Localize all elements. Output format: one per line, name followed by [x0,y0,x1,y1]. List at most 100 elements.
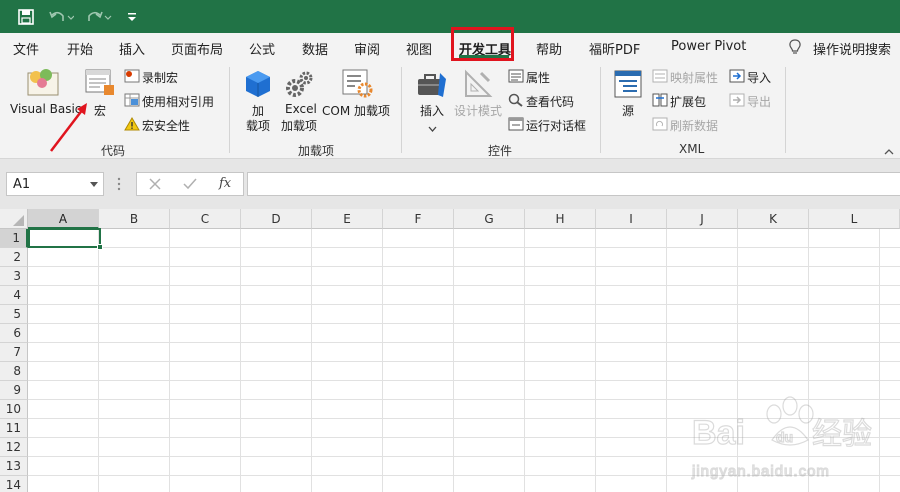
row-header-14[interactable]: 14 [0,476,28,492]
annotation-arrow [50,103,87,152]
com-addins-button[interactable]: COM 加载项 [322,102,390,119]
refresh-data-icon[interactable] [652,117,668,134]
column-header-g[interactable]: G [454,209,525,229]
tab-file[interactable]: 文件 [13,39,39,58]
tab-power-pivot[interactable]: Power Pivot [671,39,746,54]
insert-controls-button[interactable]: 插入 [420,102,444,119]
row-header-12[interactable]: 12 [0,438,28,457]
expansion-packs-button[interactable]: 扩展包 [670,93,706,110]
com-addins-icon[interactable] [341,68,373,101]
excel-addins-button-line2[interactable]: 加载项 [281,117,317,134]
row-header-2[interactable]: 2 [0,248,28,267]
macros-button[interactable]: 宏 [94,102,106,119]
record-macro-button[interactable]: 录制宏 [142,69,178,86]
select-all-corner[interactable] [0,209,28,229]
column-header-f[interactable]: F [383,209,454,229]
tab-view[interactable]: 视图 [406,39,432,58]
insert-controls-toolbox-icon[interactable] [416,69,448,102]
row-header-6[interactable]: 6 [0,324,28,343]
group-divider [600,67,601,153]
formula-buttons: fx [136,172,244,196]
lightbulb-icon [788,39,802,58]
fill-handle[interactable] [97,244,103,250]
save-icon[interactable] [18,6,34,28]
tab-data[interactable]: 数据 [302,39,328,58]
tab-help[interactable]: 帮助 [536,39,562,58]
tab-insert[interactable]: 插入 [119,39,145,58]
properties-icon[interactable] [508,69,524,86]
row-header-7[interactable]: 7 [0,343,28,362]
insert-function-icon[interactable]: fx [219,176,231,191]
row-header-8[interactable]: 8 [0,362,28,381]
view-code-icon[interactable] [508,93,524,110]
map-properties-button[interactable]: 映射属性 [670,69,718,86]
import-icon[interactable] [729,69,745,86]
column-header-h[interactable]: H [525,209,596,229]
record-macro-icon[interactable] [124,69,140,86]
row-gridline [28,380,900,381]
row-header-3[interactable]: 3 [0,267,28,286]
row-header-9[interactable]: 9 [0,381,28,400]
addins-button-line2[interactable]: 载项 [246,117,270,134]
tab-page-layout[interactable]: 页面布局 [171,39,223,58]
row-gridline [28,304,900,305]
row-header-5[interactable]: 5 [0,305,28,324]
ribbon-panel: Visual Basic 宏 录制宏 使用相对引用 宏安全性 代码 加 载项 E… [0,61,900,159]
import-button[interactable]: 导入 [747,69,771,86]
warning-icon[interactable] [124,117,140,134]
export-button[interactable]: 导出 [747,93,771,110]
excel-addins-button-line1[interactable]: Excel [285,102,317,116]
row-header-1[interactable]: 1 [0,229,28,248]
undo-icon[interactable] [48,6,74,28]
column-header-l[interactable]: L [809,209,900,229]
use-relative-references-button[interactable]: 使用相对引用 [142,93,214,110]
tab-home[interactable]: 开始 [67,39,93,58]
formula-input[interactable] [247,172,900,196]
column-header-j[interactable]: J [667,209,738,229]
cancel-icon[interactable] [149,178,161,193]
customize-qat-icon[interactable] [127,6,137,28]
tab-foxit-pdf[interactable]: 福昕PDF [589,39,640,58]
view-code-button[interactable]: 查看代码 [526,93,574,110]
column-header-a[interactable]: A [28,209,99,229]
xml-source-icon[interactable] [613,69,643,102]
map-properties-icon[interactable] [652,69,668,86]
column-header-e[interactable]: E [312,209,383,229]
tell-me-search[interactable]: 操作说明搜索 [813,39,891,58]
row-header-10[interactable]: 10 [0,400,28,419]
run-dialog-icon[interactable] [508,117,524,134]
excel-addins-gear-icon[interactable] [284,69,314,102]
column-header-k[interactable]: K [738,209,809,229]
row-header-11[interactable]: 11 [0,419,28,438]
expansion-packs-icon[interactable] [652,93,668,110]
macro-security-button[interactable]: 宏安全性 [142,117,190,134]
name-box[interactable]: A1 [6,172,104,196]
run-dialog-button[interactable]: 运行对话框 [526,117,586,134]
active-cell-a1[interactable] [28,228,103,250]
chevron-down-icon[interactable] [428,121,437,135]
design-mode-button[interactable]: 设计模式 [454,102,502,119]
collapse-ribbon-icon[interactable] [884,145,894,155]
column-header-c[interactable]: C [170,209,241,229]
row-header-13[interactable]: 13 [0,457,28,476]
relative-reference-icon[interactable] [124,93,140,110]
group-divider [229,67,230,153]
design-mode-icon[interactable] [463,69,493,102]
addins-cube-icon[interactable] [244,69,272,102]
column-header-b[interactable]: B [99,209,170,229]
redo-icon[interactable] [86,6,112,28]
row-header-4[interactable]: 4 [0,286,28,305]
svg-text:jingyan.baidu.com: jingyan.baidu.com [691,463,830,480]
column-header-d[interactable]: D [241,209,312,229]
column-header-i[interactable]: I [596,209,667,229]
enter-check-icon[interactable] [183,178,197,193]
properties-button[interactable]: 属性 [526,69,550,86]
xml-source-button[interactable]: 源 [622,102,634,119]
chevron-down-icon[interactable] [90,182,98,187]
tab-formulas[interactable]: 公式 [249,39,275,58]
tab-review[interactable]: 审阅 [354,39,380,58]
export-icon[interactable] [729,93,745,110]
more-options-icon[interactable] [117,176,121,195]
refresh-data-button[interactable]: 刷新数据 [670,117,718,134]
row-gridline [28,285,900,286]
